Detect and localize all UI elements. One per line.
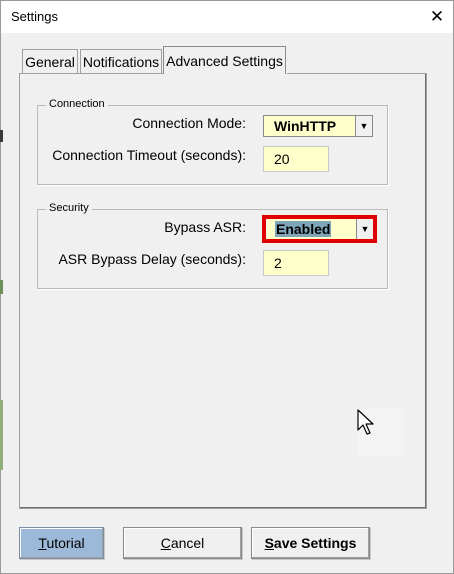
tab-general[interactable]: General xyxy=(22,49,78,73)
tab-label: Notifications xyxy=(82,53,160,70)
close-button[interactable]: ✕ xyxy=(421,1,453,33)
highlight-box xyxy=(262,215,377,243)
connection-mode-value: WinHTTP xyxy=(274,118,337,134)
asr-bypass-delay-label: ASR Bypass Delay (seconds): xyxy=(58,251,246,267)
connection-timeout-input[interactable]: 20 xyxy=(263,146,329,172)
background-edge xyxy=(0,280,3,294)
accelerator-key: C xyxy=(160,535,171,551)
tab-label: Advanced Settings xyxy=(166,52,283,69)
button-label: Cancel xyxy=(161,535,205,551)
label-rest: utorial xyxy=(46,535,85,551)
mouse-pointer-icon xyxy=(357,409,374,435)
background-edge xyxy=(0,400,3,470)
tab-advanced-settings[interactable]: Advanced Settings xyxy=(163,46,286,74)
dropdown-arrow-icon[interactable]: ▼ xyxy=(355,116,372,136)
background-edge xyxy=(0,130,3,142)
connection-mode-dropdown[interactable]: WinHTTP ▼ xyxy=(263,115,373,137)
accelerator-key: S xyxy=(264,535,274,551)
security-legend: Security xyxy=(46,202,92,214)
label-rest: ancel xyxy=(170,535,205,551)
asr-bypass-delay-value: 2 xyxy=(274,255,282,271)
tab-notifications[interactable]: Notifications xyxy=(80,49,162,73)
tutorial-button[interactable]: Tutorial xyxy=(19,527,104,559)
title-bar: Settings ✕ xyxy=(1,1,453,33)
tab-label: General xyxy=(25,53,75,70)
cancel-button[interactable]: Cancel xyxy=(123,527,242,559)
connection-legend: Connection xyxy=(46,98,108,110)
window-title: Settings xyxy=(11,9,58,24)
close-icon: ✕ xyxy=(429,7,445,26)
connection-mode-label: Connection Mode: xyxy=(132,115,246,131)
button-label: Save Settings xyxy=(265,535,357,551)
settings-window: Settings ✕ General Notifications Advance… xyxy=(0,0,454,574)
connection-timeout-value: 20 xyxy=(274,151,290,167)
save-settings-button[interactable]: Save Settings xyxy=(251,527,370,559)
button-label: Tutorial xyxy=(38,535,84,551)
label-rest: ave Settings xyxy=(273,535,357,551)
bypass-asr-label: Bypass ASR: xyxy=(164,219,246,235)
connection-timeout-label: Connection Timeout (seconds): xyxy=(52,147,246,163)
asr-bypass-delay-input[interactable]: 2 xyxy=(263,250,329,276)
